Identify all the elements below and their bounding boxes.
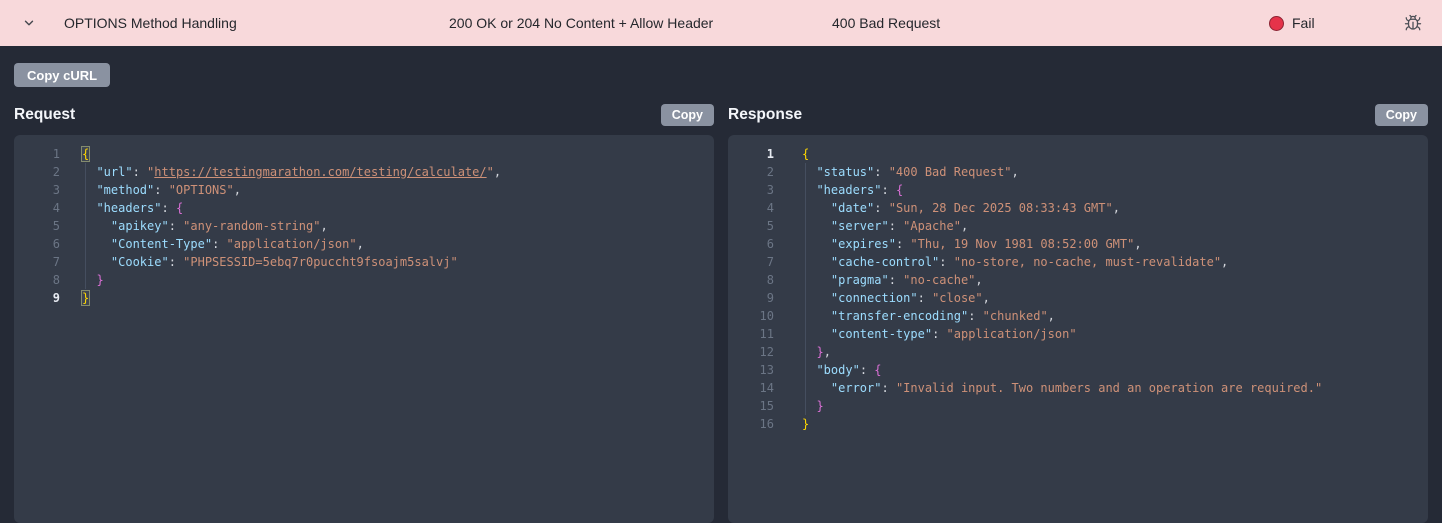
line-number: 2 — [52, 165, 60, 179]
code-line[interactable]: 14 "error": "Invalid input. Two numbers … — [728, 379, 1428, 397]
line-number: 14 — [759, 381, 774, 395]
line-number: 8 — [766, 273, 774, 287]
status-label: Fail — [1292, 15, 1315, 31]
expected-result: 200 OK or 204 No Content + Allow Header — [449, 15, 714, 31]
code-line[interactable]: 13 "body": { — [728, 361, 1428, 379]
code-line[interactable]: 1{ — [14, 145, 714, 163]
actual-result: 400 Bad Request — [832, 15, 941, 31]
line-number: 11 — [759, 327, 774, 341]
line-number: 13 — [759, 363, 774, 377]
fail-dot-icon — [1269, 15, 1284, 31]
line-number: 3 — [766, 183, 774, 197]
code-line[interactable]: 8 } — [14, 271, 714, 289]
line-number: 6 — [52, 237, 60, 251]
code-line[interactable]: 12 }, — [728, 343, 1428, 361]
response-title: Response — [728, 106, 803, 123]
code-line[interactable]: 4 "headers": { — [14, 199, 714, 217]
line-number: 7 — [766, 255, 774, 269]
line-number: 3 — [52, 183, 60, 197]
request-column: Request Copy 1{2 "url": "https://testing… — [14, 102, 714, 523]
line-number: 12 — [759, 345, 774, 359]
request-title: Request — [14, 106, 76, 123]
line-number: 6 — [766, 237, 774, 251]
code-line[interactable]: 9 "connection": "close", — [728, 289, 1428, 307]
line-number: 5 — [52, 219, 60, 233]
code-line[interactable]: 5 "apikey": "any-random-string", — [14, 217, 714, 235]
code-line[interactable]: 8 "pragma": "no-cache", — [728, 271, 1428, 289]
line-number: 1 — [52, 147, 60, 161]
line-number: 1 — [766, 147, 774, 161]
line-number: 15 — [759, 399, 774, 413]
code-line[interactable]: 1{ — [728, 145, 1428, 163]
code-line[interactable]: 7 "cache-control": "no-store, no-cache, … — [728, 253, 1428, 271]
code-line[interactable]: 6 "Content-Type": "application/json", — [14, 235, 714, 253]
toolbar: Copy cURL — [14, 46, 1428, 87]
request-editor[interactable]: 1{2 "url": "https://testingmarathon.com/… — [14, 135, 714, 523]
code-line[interactable]: 5 "server": "Apache", — [728, 217, 1428, 235]
line-number: 16 — [759, 417, 774, 431]
indent-guide — [805, 163, 806, 415]
line-number: 9 — [52, 291, 60, 305]
test-detail-body: Copy cURL Request Copy 1{2 "url": "https… — [0, 46, 1442, 523]
code-line[interactable]: 2 "status": "400 Bad Request", — [728, 163, 1428, 181]
indent-guide — [85, 163, 86, 289]
response-editor[interactable]: 1{2 "status": "400 Bad Request", 3 "heade… — [728, 135, 1428, 523]
line-number: 7 — [52, 255, 60, 269]
code-line[interactable]: 10 "transfer-encoding": "chunked", — [728, 307, 1428, 325]
status-badge: Fail — [1269, 0, 1315, 46]
bug-debug-icon[interactable] — [1404, 0, 1422, 46]
copy-curl-button[interactable]: Copy cURL — [14, 63, 111, 87]
url-link[interactable]: https://testingmarathon.com/testing/calc… — [154, 165, 486, 179]
response-column: Response Copy 1{2 "status": "400 Bad Req… — [728, 102, 1428, 523]
test-name: OPTIONS Method Handling — [64, 15, 237, 31]
response-copy-button[interactable]: Copy — [1374, 104, 1428, 126]
line-number: 4 — [52, 201, 60, 215]
code-line[interactable]: 11 "content-type": "application/json" — [728, 325, 1428, 343]
code-line[interactable]: 16} — [728, 415, 1428, 433]
line-number: 5 — [766, 219, 774, 233]
chevron-down-icon[interactable] — [22, 0, 36, 46]
code-line[interactable]: 2 "url": "https://testingmarathon.com/te… — [14, 163, 714, 181]
line-number: 9 — [766, 291, 774, 305]
code-line[interactable]: 9} — [14, 289, 714, 307]
code-line[interactable]: 4 "date": "Sun, 28 Dec 2025 08:33:43 GMT… — [728, 199, 1428, 217]
test-result-row[interactable]: OPTIONS Method Handling 200 OK or 204 No… — [0, 0, 1442, 46]
line-number: 2 — [766, 165, 774, 179]
line-number: 4 — [766, 201, 774, 215]
code-line[interactable]: 7 "Cookie": "PHPSESSID=5ebq7r0puccht9fso… — [14, 253, 714, 271]
line-number: 10 — [759, 309, 774, 323]
code-line[interactable]: 15 } — [728, 397, 1428, 415]
code-line[interactable]: 3 "headers": { — [728, 181, 1428, 199]
code-line[interactable]: 6 "expires": "Thu, 19 Nov 1981 08:52:00 … — [728, 235, 1428, 253]
line-number: 8 — [52, 273, 60, 287]
request-copy-button[interactable]: Copy — [660, 104, 714, 126]
code-line[interactable]: 3 "method": "OPTIONS", — [14, 181, 714, 199]
